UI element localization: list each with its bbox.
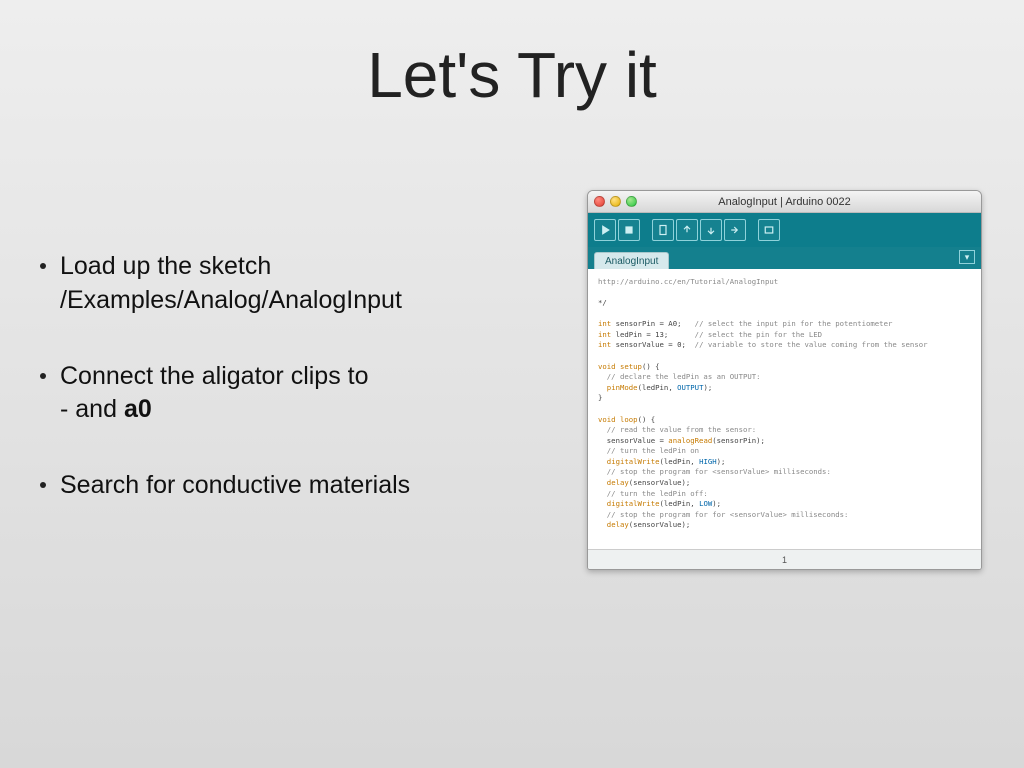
bullet-dot-icon [40,482,46,488]
zoom-icon[interactable] [626,196,637,207]
minimize-icon[interactable] [610,196,621,207]
stop-button[interactable] [618,219,640,241]
code-token: // select the input pin for the potentio… [695,319,893,328]
close-icon[interactable] [594,196,605,207]
bullet-item: Load up the sketch /Examples/Analog/Anal… [40,250,600,318]
code-token: ); [703,383,712,392]
tab-bar: AnalogInput ▾ [588,247,981,269]
code-token [598,520,607,529]
traffic-lights [594,196,637,207]
code-line: // read the value from the sensor: [598,425,756,434]
bullet-line: - and [60,395,124,423]
code-token: (sensorPin); [712,436,765,445]
bullet-line: /Examples/Analog/AnalogInput [60,286,402,314]
upload-button[interactable] [724,219,746,241]
code-token: () { [642,362,660,371]
code-token: (ledPin, [638,383,678,392]
code-line: // declare the ledPin as an OUTPUT: [598,372,761,381]
code-token: ); [717,457,726,466]
code-editor[interactable]: http://arduino.cc/en/Tutorial/AnalogInpu… [588,269,981,529]
code-token: (ledPin, [660,457,700,466]
code-token: // select the pin for the LED [695,330,822,339]
sketch-tab[interactable]: AnalogInput [594,252,669,269]
code-token: digitalWrite [607,457,660,466]
code-line: // stop the program for for <sensorValue… [598,510,848,519]
code-token: (sensorValue); [629,478,691,487]
code-token: // variable to store the value coming fr… [695,340,928,349]
code-token: void [598,415,616,424]
bullet-text: Connect the aligator clips to - and a0 [60,360,369,428]
bullet-dot-icon [40,373,46,379]
code-token: sensorPin = A0; [611,319,694,328]
code-token: sensorValue = 0; [611,340,694,349]
code-token: ); [712,499,721,508]
status-bar: 1 [588,549,981,569]
bullet-text: Load up the sketch /Examples/Analog/Anal… [60,250,402,318]
code-token: () { [638,415,656,424]
code-line: */ [598,298,607,307]
slide-title: Let's Try it [0,0,1024,112]
code-token: delay [607,478,629,487]
code-token [598,457,607,466]
code-token: ledPin = 13; [611,330,694,339]
save-button[interactable] [700,219,722,241]
code-line: } [598,393,602,402]
bullet-line: Connect the aligator clips to [60,362,369,390]
code-token: delay [607,520,629,529]
code-token [598,383,607,392]
arduino-ide-window: AnalogInput | Arduino 0022 AnalogInput ▾… [587,190,982,570]
bullet-dot-icon [40,263,46,269]
code-token: void [598,362,616,371]
code-token: OUTPUT [677,383,703,392]
toolbar [588,213,981,247]
code-token: setup [620,362,642,371]
code-token: int [598,319,611,328]
code-token: sensorValue = [598,436,668,445]
code-token: analogRead [668,436,712,445]
code-token: pinMode [607,383,638,392]
window-title: AnalogInput | Arduino 0022 [588,196,981,208]
code-line: // turn the ledPin on [598,446,699,455]
bullet-text: Search for conductive materials [60,469,410,503]
bullet-line: Load up the sketch [60,252,271,280]
code-line: // stop the program for <sensorValue> mi… [598,467,831,476]
code-token [598,478,607,487]
open-button[interactable] [676,219,698,241]
code-token: HIGH [699,457,717,466]
code-token: (ledPin, [660,499,700,508]
verify-button[interactable] [594,219,616,241]
new-button[interactable] [652,219,674,241]
bullet-item: Search for conductive materials [40,469,600,503]
code-line: http://arduino.cc/en/Tutorial/AnalogInpu… [598,277,778,286]
code-token: digitalWrite [607,499,660,508]
bullet-list: Load up the sketch /Examples/Analog/Anal… [40,250,600,545]
code-token [598,499,607,508]
bullet-bold: a0 [124,395,152,423]
bullet-item: Connect the aligator clips to - and a0 [40,360,600,428]
code-line: // turn the ledPin off: [598,489,708,498]
code-token: int [598,340,611,349]
window-titlebar: AnalogInput | Arduino 0022 [588,191,981,213]
code-token: int [598,330,611,339]
code-token: (sensorValue); [629,520,691,529]
code-token: LOW [699,499,712,508]
serial-monitor-button[interactable] [758,219,780,241]
code-token: loop [620,415,638,424]
bullet-line: Search for conductive materials [60,471,410,499]
tab-menu-button[interactable]: ▾ [959,250,975,264]
